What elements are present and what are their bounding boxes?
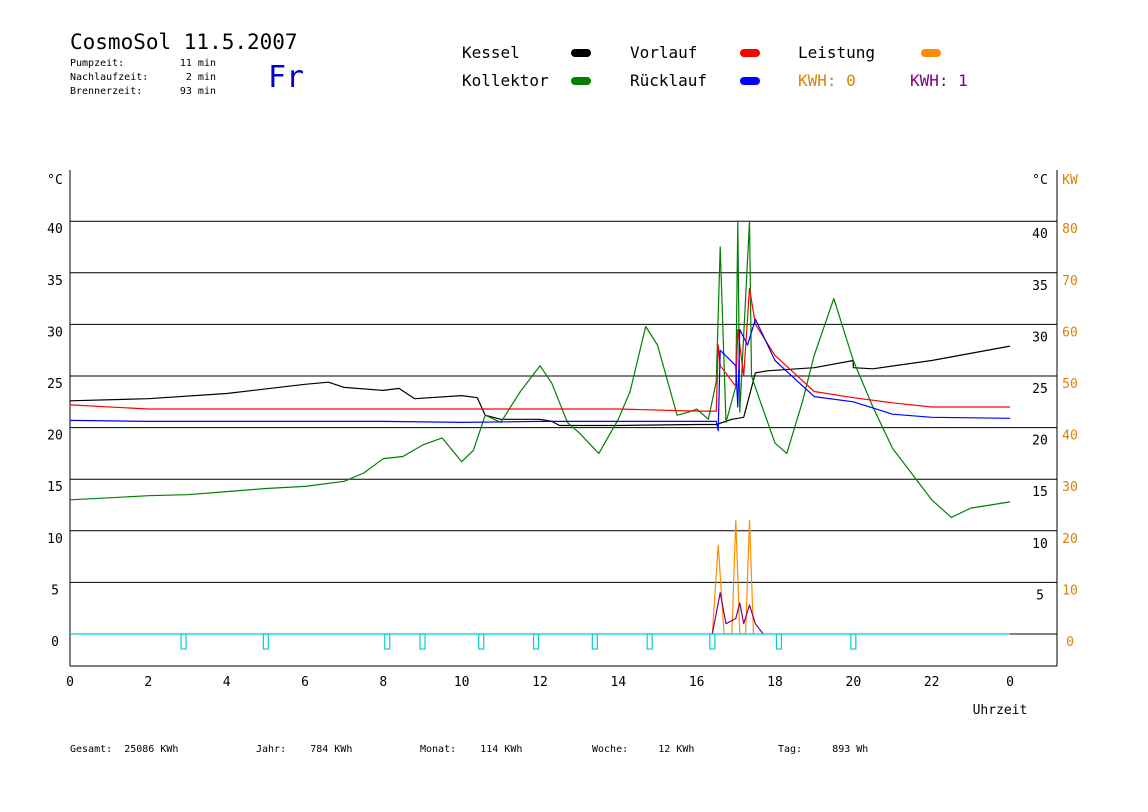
y-right-power-tick-label: 0 bbox=[1066, 635, 1074, 650]
y-right-temp-tick-label: 40 bbox=[1032, 227, 1048, 242]
pump-pulse bbox=[532, 633, 540, 650]
x-tick-label: 22 bbox=[924, 675, 940, 690]
y-left-tick-label: 25 bbox=[47, 377, 63, 392]
x-tick-label: 4 bbox=[223, 675, 231, 690]
footer-tag: Tag: 893 Wh bbox=[778, 744, 869, 755]
x-tick-label: 2 bbox=[144, 675, 152, 690]
pump-pulse bbox=[775, 633, 783, 650]
y-left-tick-label: 5 bbox=[51, 583, 59, 598]
footer-jahr: Jahr: 784 KWh bbox=[256, 744, 353, 755]
x-tick-label: 20 bbox=[846, 675, 862, 690]
pump-pulse bbox=[180, 633, 187, 650]
pump-pulse bbox=[709, 633, 716, 650]
chart-series bbox=[69, 220, 1011, 650]
chart-grid bbox=[70, 220, 1057, 583]
y-right-temp-tick-label: 35 bbox=[1032, 279, 1048, 294]
footer-woche: Woche: 12 KWh bbox=[592, 744, 695, 755]
series-rcklauf bbox=[69, 318, 1011, 432]
footer-gesamt: Gesamt: 25086 KWh bbox=[70, 744, 179, 755]
chart-axes bbox=[69, 170, 1058, 667]
y-left-tick-label: 10 bbox=[47, 532, 63, 547]
y-right-temp-tick-label: 5 bbox=[1036, 588, 1044, 603]
x-tick-label: 0 bbox=[66, 675, 74, 690]
x-tick-label: 0 bbox=[1006, 675, 1014, 690]
series-leistung bbox=[711, 519, 755, 635]
pump-pulse bbox=[384, 633, 391, 650]
y-left-tick-label: °C bbox=[47, 173, 63, 188]
y-right-temp-tick-label: °C bbox=[1032, 173, 1048, 188]
series-kwh bbox=[711, 592, 764, 635]
temperature-chart: 0510152025303540°C510152025303540°C01020… bbox=[47, 170, 1078, 718]
y-right-power-tick-label: KW bbox=[1062, 173, 1078, 188]
pump-pulse bbox=[850, 633, 857, 650]
y-right-temp-tick-label: 30 bbox=[1032, 330, 1048, 345]
y-right-power-tick-label: 30 bbox=[1062, 480, 1078, 495]
series-kollektor bbox=[69, 220, 1011, 518]
chart-labels: 0510152025303540°C510152025303540°C01020… bbox=[47, 173, 1078, 718]
y-right-power-tick-label: 60 bbox=[1062, 325, 1078, 340]
y-right-power-tick-label: 70 bbox=[1062, 274, 1078, 289]
x-tick-label: 10 bbox=[454, 675, 470, 690]
y-left-tick-label: 20 bbox=[47, 429, 63, 444]
y-right-temp-tick-label: 20 bbox=[1032, 434, 1048, 449]
pump-pulse bbox=[419, 633, 426, 650]
y-left-tick-label: 35 bbox=[47, 274, 63, 289]
x-tick-label: 16 bbox=[689, 675, 705, 690]
y-right-power-tick-label: 50 bbox=[1062, 377, 1078, 392]
y-right-power-tick-label: 10 bbox=[1062, 583, 1078, 598]
pump-pulse bbox=[478, 633, 485, 650]
series-kessel bbox=[69, 345, 1011, 427]
y-left-tick-label: 30 bbox=[47, 325, 63, 340]
pump-pulse bbox=[591, 633, 598, 650]
x-tick-label: 6 bbox=[301, 675, 309, 690]
y-right-temp-tick-label: 10 bbox=[1032, 537, 1048, 552]
pump-pulse bbox=[262, 633, 269, 650]
y-left-tick-label: 0 bbox=[51, 635, 59, 650]
x-axis-label: Uhrzeit bbox=[973, 703, 1028, 718]
series-vorlauf bbox=[69, 287, 1010, 412]
y-right-temp-tick-label: 15 bbox=[1032, 485, 1048, 500]
x-tick-label: 14 bbox=[611, 675, 627, 690]
y-right-power-tick-label: 80 bbox=[1062, 222, 1078, 237]
y-left-tick-label: 40 bbox=[47, 222, 63, 237]
x-tick-label: 12 bbox=[532, 675, 548, 690]
footer-monat: Monat: 114 KWh bbox=[420, 744, 523, 755]
pump-pulse bbox=[646, 633, 653, 650]
x-tick-label: 8 bbox=[379, 675, 387, 690]
y-right-power-tick-label: 40 bbox=[1062, 429, 1078, 444]
y-left-tick-label: 15 bbox=[47, 480, 63, 495]
x-tick-label: 18 bbox=[767, 675, 783, 690]
y-right-power-tick-label: 20 bbox=[1062, 532, 1078, 547]
y-right-temp-tick-label: 25 bbox=[1032, 382, 1048, 397]
